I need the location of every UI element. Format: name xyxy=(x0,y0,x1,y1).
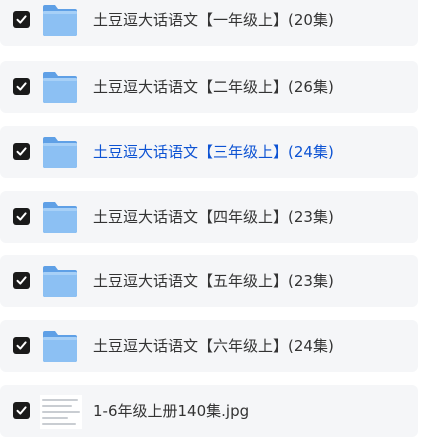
file-row-grade-6[interactable]: 土豆逗大话语文【六年级上】(24集) xyxy=(0,320,418,372)
folder-icon xyxy=(42,2,78,38)
folder-icon xyxy=(42,328,78,364)
file-name[interactable]: 土豆逗大话语文【一年级上】(20集) xyxy=(93,9,334,31)
folder-icon xyxy=(42,199,78,235)
file-name[interactable]: 1-6年级上册140集.jpg xyxy=(93,400,249,422)
file-row-image[interactable]: 1-6年级上册140集.jpg xyxy=(0,385,418,437)
checkbox-checked[interactable] xyxy=(13,402,30,419)
file-row-grade-3[interactable]: 土豆逗大话语文【三年级上】(24集) xyxy=(0,126,418,178)
folder-icon xyxy=(42,69,78,105)
folder-icon xyxy=(42,134,78,170)
checkbox-checked[interactable] xyxy=(13,337,30,354)
folder-icon xyxy=(42,263,78,299)
file-name[interactable]: 土豆逗大话语文【五年级上】(23集) xyxy=(93,270,334,292)
file-name[interactable]: 土豆逗大话语文【六年级上】(24集) xyxy=(93,335,334,357)
checkbox-checked[interactable] xyxy=(13,78,30,95)
checkbox-checked[interactable] xyxy=(13,272,30,289)
file-row-grade-4[interactable]: 土豆逗大话语文【四年级上】(23集) xyxy=(0,191,418,243)
file-list: 土豆逗大话语文【一年级上】(20集) 土豆逗大话语文【二年级上】(26集) 土豆… xyxy=(0,0,421,437)
file-name[interactable]: 土豆逗大话语文【四年级上】(23集) xyxy=(93,206,334,228)
image-thumbnail-icon xyxy=(40,395,82,429)
checkbox-checked[interactable] xyxy=(13,11,30,28)
file-row-grade-2[interactable]: 土豆逗大话语文【二年级上】(26集) xyxy=(0,61,418,113)
checkbox-checked[interactable] xyxy=(13,208,30,225)
file-name-link[interactable]: 土豆逗大话语文【三年级上】(24集) xyxy=(93,141,334,163)
file-row-grade-1[interactable]: 土豆逗大话语文【一年级上】(20集) xyxy=(0,0,418,46)
file-row-grade-5[interactable]: 土豆逗大话语文【五年级上】(23集) xyxy=(0,255,418,307)
checkbox-checked[interactable] xyxy=(13,143,30,160)
file-name[interactable]: 土豆逗大话语文【二年级上】(26集) xyxy=(93,76,334,98)
